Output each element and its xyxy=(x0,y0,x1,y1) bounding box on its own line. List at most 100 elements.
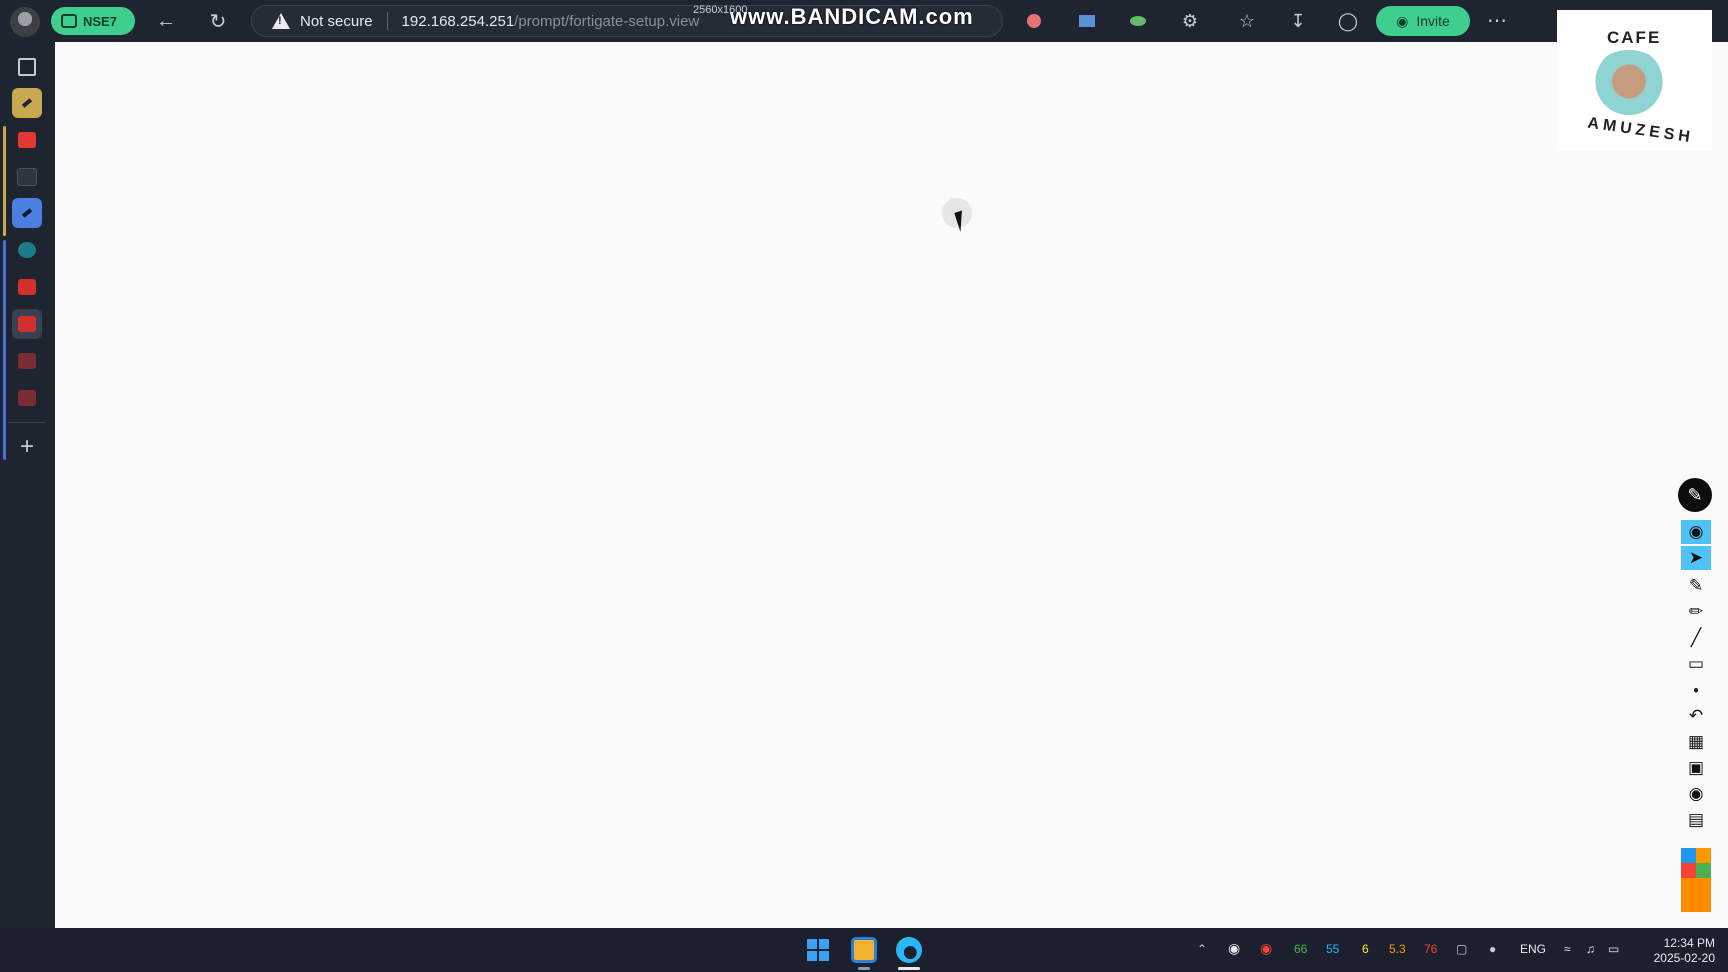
color-swatch-selected-orange[interactable] xyxy=(1681,878,1711,912)
plus-icon: + xyxy=(19,433,34,460)
tray-stat-5: 76 xyxy=(1424,942,1438,956)
color-swatch-green[interactable] xyxy=(1696,863,1711,878)
start-icon-tile xyxy=(807,939,817,949)
invite-button[interactable]: ◉ Invite xyxy=(1376,6,1470,36)
windows-start-button[interactable] xyxy=(807,939,829,961)
taskbar-edge-icon[interactable] xyxy=(896,937,922,963)
favorites-icon[interactable]: ☆ xyxy=(1235,9,1259,33)
refresh-button[interactable]: ↻ xyxy=(203,7,233,35)
mail-icon xyxy=(17,168,37,186)
tray-mic-icon[interactable]: ● xyxy=(1489,942,1496,956)
tray-stat-1: 66 xyxy=(1294,942,1308,956)
security-label[interactable]: Not secure xyxy=(300,13,373,30)
arrow-left-icon: ← xyxy=(156,9,176,32)
note-icon xyxy=(21,208,33,218)
start-icon-tile xyxy=(807,951,817,961)
whiteboard-button[interactable]: ▣ xyxy=(1681,756,1711,780)
tray-overflow-chevron-icon[interactable]: ⌃ xyxy=(1197,942,1207,956)
extension-icon-3[interactable] xyxy=(1126,9,1150,33)
workspace-label: NSE7 xyxy=(83,13,117,29)
pen-tool-logo-icon[interactable]: ✎ xyxy=(1678,478,1712,512)
tray-language[interactable]: ENG xyxy=(1520,942,1546,956)
cursor-tool-button[interactable]: ➤ xyxy=(1681,546,1711,570)
downloads-icon[interactable]: ↧ xyxy=(1286,9,1310,33)
sidebar-tab-fortigate-3[interactable] xyxy=(12,346,42,376)
tab-group-bar-yellow xyxy=(3,126,6,236)
url-path: /prompt/fortigate-setup.view xyxy=(514,12,700,30)
workspace-icon xyxy=(61,14,77,28)
color-swatch-red[interactable] xyxy=(1681,863,1696,878)
active-indicator xyxy=(898,967,920,970)
color-swatch-orange[interactable] xyxy=(1696,848,1711,863)
sidebar-tab-fortigate-active[interactable] xyxy=(12,309,42,339)
tray-display-icon[interactable]: ▢ xyxy=(1456,942,1467,956)
start-icon-tile xyxy=(819,939,829,949)
pen-icon: ✎ xyxy=(1688,576,1704,595)
sidebar-toggle-button[interactable] xyxy=(12,52,42,82)
taskbar-file-explorer-icon[interactable] xyxy=(851,937,877,963)
coffee-cup-icon xyxy=(1589,50,1669,120)
sidebar-tab-fortigate-1[interactable] xyxy=(12,272,42,302)
clock-date: 2025-02-20 xyxy=(1653,951,1715,965)
line-tool-button[interactable]: ╱ xyxy=(1681,626,1711,650)
browser-toolbar: NSE7 ← ↻ Not secure 192.168.254.251 /pro… xyxy=(0,0,1728,42)
pdf-icon xyxy=(18,132,36,148)
vertical-tabs-sidebar: + xyxy=(0,42,55,928)
color-swatch-blue[interactable] xyxy=(1681,848,1696,863)
page-content-blank[interactable] xyxy=(55,42,1728,928)
battery-icon[interactable]: ▭ xyxy=(1608,942,1619,956)
line-icon: ╱ xyxy=(1690,628,1702,647)
panel-icon xyxy=(18,58,36,76)
undo-icon: ↶ xyxy=(1688,706,1704,725)
more-menu-button[interactable]: ⋯ xyxy=(1487,8,1508,33)
fortinet-icon xyxy=(18,316,36,332)
tray-stat-3: 6 xyxy=(1362,942,1369,956)
fortinet-icon xyxy=(18,279,36,295)
clipboard-button[interactable]: ▤ xyxy=(1681,808,1711,832)
clipboard-icon: ▤ xyxy=(1687,810,1705,829)
eraser-tool-button[interactable]: ▭ xyxy=(1681,652,1711,676)
sidebar-tab-pdf[interactable] xyxy=(12,125,42,155)
logo-bottom-text: AMUZESH xyxy=(1586,114,1695,147)
chat-icon[interactable]: ◯ xyxy=(1336,9,1360,33)
sidebar-tab-4[interactable] xyxy=(12,198,42,228)
sidebar-tab-1[interactable] xyxy=(12,88,42,118)
pen-tool-button[interactable]: ✎ xyxy=(1681,574,1711,598)
extension-icon-2[interactable] xyxy=(1075,9,1099,33)
workspace-button[interactable]: NSE7 xyxy=(51,7,135,35)
fortinet-icon xyxy=(18,390,36,406)
warning-icon xyxy=(272,13,290,29)
color-palette xyxy=(1681,848,1711,912)
back-button[interactable]: ← xyxy=(151,7,181,35)
new-tab-button[interactable]: + xyxy=(12,432,42,462)
eye-icon: ◉ xyxy=(1688,522,1704,541)
taskbar-clock[interactable]: 12:34 PM 2025-02-20 xyxy=(1640,936,1715,966)
note-icon xyxy=(21,98,33,108)
pointer-icon: ➤ xyxy=(1688,548,1704,567)
running-indicator xyxy=(858,967,870,970)
camera-icon: ◉ xyxy=(1688,784,1704,803)
screenshot-button[interactable]: ◉ xyxy=(1681,782,1711,806)
invite-label: Invite xyxy=(1416,13,1450,29)
extension-icon-1[interactable] xyxy=(1022,9,1046,33)
extensions-puzzle-icon[interactable]: ⚙ xyxy=(1178,9,1202,33)
undo-button[interactable]: ↶ xyxy=(1681,704,1711,728)
tray-record-icon[interactable]: ◉ xyxy=(1260,940,1272,957)
eye-toggle-button[interactable]: ◉ xyxy=(1681,520,1711,544)
profile-avatar[interactable] xyxy=(10,7,40,37)
clear-button[interactable]: ▦ xyxy=(1681,730,1711,754)
sidebar-tab-5[interactable] xyxy=(12,235,42,265)
eraser-icon: ▭ xyxy=(1687,654,1705,673)
wifi-icon[interactable]: ≈ xyxy=(1564,942,1571,956)
pen-size-button[interactable]: ● xyxy=(1681,678,1711,702)
screen-draw-toolbar: ✎ ◉ ➤ ✎ ✏ ╱ ▭ ● ↶ ▦ ▣ ◉ ▤ xyxy=(1678,478,1714,918)
highlighter-tool-button[interactable]: ✏ xyxy=(1681,600,1711,624)
tray-app-icon-1[interactable]: ◉ xyxy=(1228,940,1240,957)
volume-icon[interactable]: ♫ xyxy=(1586,942,1595,956)
windows-taskbar: ⌃ ◉ ◉ 66 55 6 5.3 76 ▢ ● ENG ≈ ♫ ▭ 12:34… xyxy=(0,928,1728,972)
recorder-watermark: www.BANDICAM.com xyxy=(730,4,974,29)
address-divider xyxy=(386,12,388,30)
sidebar-tab-3[interactable] xyxy=(12,162,42,192)
sidebar-tab-fortigate-4[interactable] xyxy=(12,383,42,413)
tab-group-bar-blue xyxy=(3,240,6,460)
